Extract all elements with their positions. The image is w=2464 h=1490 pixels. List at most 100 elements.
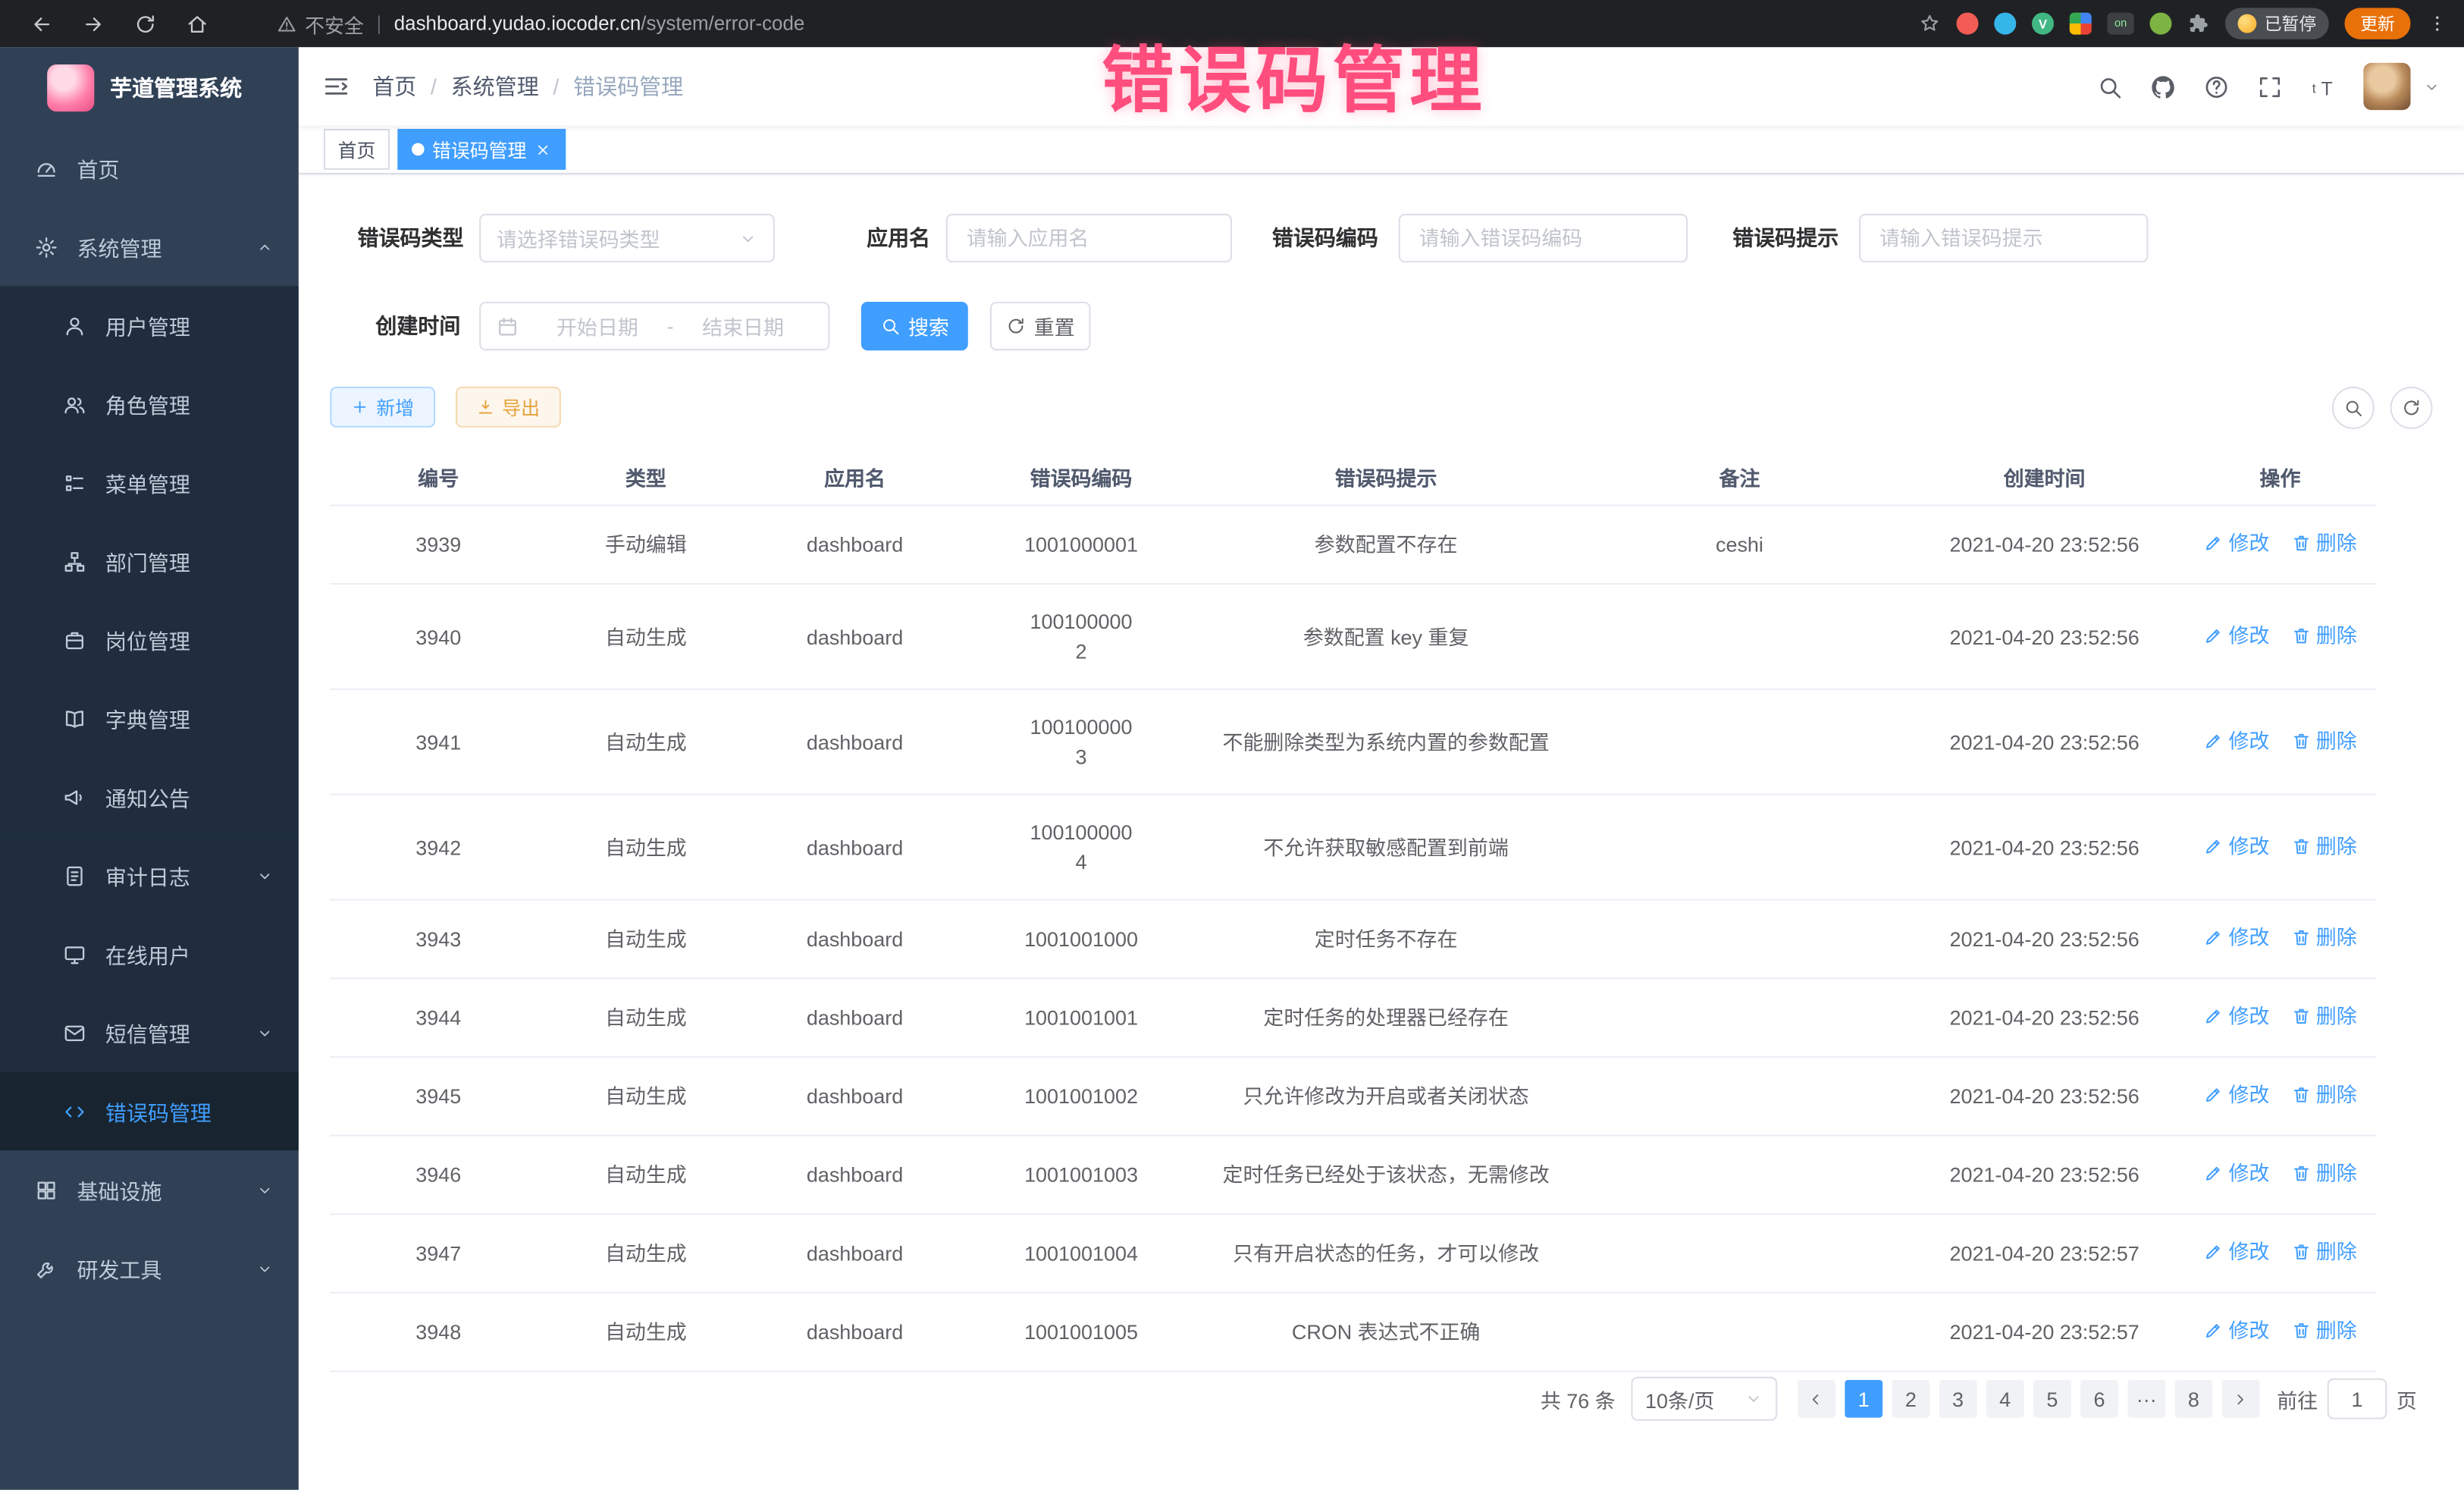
edit-link[interactable]: 修改: [2203, 1001, 2269, 1030]
error-type-select[interactable]: 请选择错误码类型: [479, 214, 775, 262]
sidebar-item-10[interactable]: 在线用户: [0, 914, 299, 993]
vue-devtools-icon[interactable]: V: [2032, 13, 2054, 35]
sidebar-item-12[interactable]: 错误码管理: [0, 1072, 299, 1151]
user-avatar[interactable]: [2363, 63, 2410, 110]
delete-link[interactable]: 删除: [2291, 1080, 2357, 1109]
app-logo[interactable]: 芋道管理系统: [0, 47, 299, 129]
edit-link[interactable]: 修改: [2203, 1080, 2269, 1109]
add-button[interactable]: 新增: [330, 387, 435, 428]
sidebar-collapse-icon[interactable]: [322, 72, 350, 100]
sidebar-item-7[interactable]: 字典管理: [0, 679, 299, 758]
app-name-label: 应用名: [804, 214, 930, 262]
sidebar-item-5[interactable]: 部门管理: [0, 522, 299, 601]
page-button-8[interactable]: 8: [2175, 1380, 2213, 1418]
sidebar-item-0[interactable]: 首页: [0, 129, 299, 208]
browser-home-icon[interactable]: [186, 12, 209, 36]
edit-link[interactable]: 修改: [2203, 620, 2269, 650]
breadcrumb-item[interactable]: 系统管理: [451, 71, 539, 102]
github-icon[interactable]: [2149, 73, 2176, 99]
add-button-label: 新增: [376, 394, 414, 420]
delete-link[interactable]: 删除: [2291, 620, 2357, 650]
close-icon[interactable]: [534, 141, 552, 158]
font-size-icon[interactable]: tT: [2310, 73, 2337, 99]
paused-badge[interactable]: 已暂停: [2225, 8, 2329, 39]
next-page-button[interactable]: [2222, 1380, 2260, 1418]
fullscreen-icon[interactable]: [2256, 73, 2283, 99]
cell-id: 3942: [330, 810, 547, 883]
edit-link[interactable]: 修改: [2203, 1159, 2269, 1188]
proxy-switch-icon[interactable]: on: [2107, 13, 2133, 35]
refresh-table-button[interactable]: [2390, 387, 2433, 429]
browser-forward-icon[interactable]: [82, 12, 105, 36]
reset-button[interactable]: 重置: [990, 302, 1091, 350]
page-size-select[interactable]: 10条/页: [1631, 1377, 1777, 1421]
breadcrumb-item[interactable]: 首页: [372, 71, 416, 102]
delete-link[interactable]: 删除: [2291, 1001, 2357, 1030]
cell-time: 2021-04-20 23:52:56: [1904, 902, 2184, 976]
sidebar-item-8[interactable]: 通知公告: [0, 758, 299, 836]
sidebar-item-6[interactable]: 岗位管理: [0, 601, 299, 679]
page-button-2[interactable]: 2: [1892, 1380, 1930, 1418]
delete-link[interactable]: 删除: [2291, 1237, 2357, 1266]
delete-link[interactable]: 删除: [2291, 528, 2357, 557]
toggle-search-button[interactable]: [2332, 387, 2375, 429]
header-search-icon[interactable]: [2096, 73, 2123, 99]
error-type-label: 错误码类型: [330, 214, 463, 262]
sidebar-item-14[interactable]: 研发工具: [0, 1229, 299, 1308]
goto-page-input[interactable]: [2328, 1379, 2387, 1419]
blue-drop-extension-icon[interactable]: [1994, 13, 2016, 35]
help-icon[interactable]: [2203, 73, 2230, 99]
page-button-4[interactable]: 4: [1986, 1380, 2024, 1418]
table-row: 3947 自动生成 dashboard 1001001004 只有开启状态的任务…: [330, 1215, 2376, 1294]
sidebar-item-2[interactable]: 用户管理: [0, 286, 299, 365]
bookmark-star-icon[interactable]: [1919, 13, 1941, 35]
cell-id: 3943: [330, 902, 547, 976]
sidebar-item-4[interactable]: 菜单管理: [0, 444, 299, 522]
edit-link[interactable]: 修改: [2203, 726, 2269, 755]
error-hint-input[interactable]: [1859, 214, 2148, 262]
green-extension-icon[interactable]: [2149, 13, 2171, 35]
error-code-input[interactable]: [1399, 214, 1688, 262]
browser-back-icon[interactable]: [30, 12, 53, 36]
grid-extension-icon[interactable]: [2070, 13, 2092, 35]
edit-link[interactable]: 修改: [2203, 923, 2269, 952]
delete-link[interactable]: 删除: [2291, 830, 2357, 860]
active-dot-icon: [412, 143, 425, 156]
recorder-extension-icon[interactable]: [1957, 13, 1979, 35]
user-icon: [63, 314, 86, 337]
search-button[interactable]: 搜索: [861, 302, 968, 350]
create-time-label: 创建时间: [334, 302, 460, 350]
delete-link[interactable]: 删除: [2291, 1159, 2357, 1188]
delete-link[interactable]: 删除: [2291, 1316, 2357, 1345]
delete-link[interactable]: 删除: [2291, 923, 2357, 952]
page-button-3[interactable]: 3: [1939, 1380, 1977, 1418]
avatar-caret-icon[interactable]: [2423, 78, 2440, 96]
app-name-input[interactable]: [946, 214, 1232, 262]
edit-link[interactable]: 修改: [2203, 528, 2269, 557]
sidebar-item-9[interactable]: 审计日志: [0, 836, 299, 915]
edit-link[interactable]: 修改: [2203, 1237, 2269, 1266]
delete-link[interactable]: 删除: [2291, 726, 2357, 755]
update-button[interactable]: 更新: [2344, 8, 2410, 39]
cell-app: dashboard: [745, 1138, 964, 1212]
edit-link[interactable]: 修改: [2203, 1316, 2269, 1345]
sidebar-item-3[interactable]: 角色管理: [0, 365, 299, 444]
address-bar[interactable]: 不安全 | dashboard.yudao.iocoder.cn/system/…: [277, 8, 1919, 38]
browser-menu-kebab-icon[interactable]: [2426, 13, 2448, 35]
tab-错误码管理[interactable]: 错误码管理: [397, 129, 566, 170]
sidebar-item-13[interactable]: 基础设施: [0, 1150, 299, 1229]
edit-link[interactable]: 修改: [2203, 830, 2269, 860]
date-range-picker[interactable]: 开始日期 - 结束日期: [479, 302, 829, 350]
puzzle-icon[interactable]: [2187, 13, 2209, 35]
export-button[interactable]: 导出: [456, 387, 561, 428]
tab-首页[interactable]: 首页: [324, 129, 390, 170]
prev-page-button[interactable]: [1798, 1380, 1835, 1418]
page-button-6[interactable]: 6: [2080, 1380, 2118, 1418]
sidebar-item-1[interactable]: 系统管理: [0, 208, 299, 287]
edit-icon: [2203, 1084, 2224, 1105]
page-button-5[interactable]: 5: [2033, 1380, 2071, 1418]
browser-reload-icon[interactable]: [133, 12, 157, 36]
page-ellipsis[interactable]: ···: [2127, 1380, 2165, 1418]
sidebar-item-11[interactable]: 短信管理: [0, 993, 299, 1072]
page-button-1[interactable]: 1: [1845, 1380, 1882, 1418]
